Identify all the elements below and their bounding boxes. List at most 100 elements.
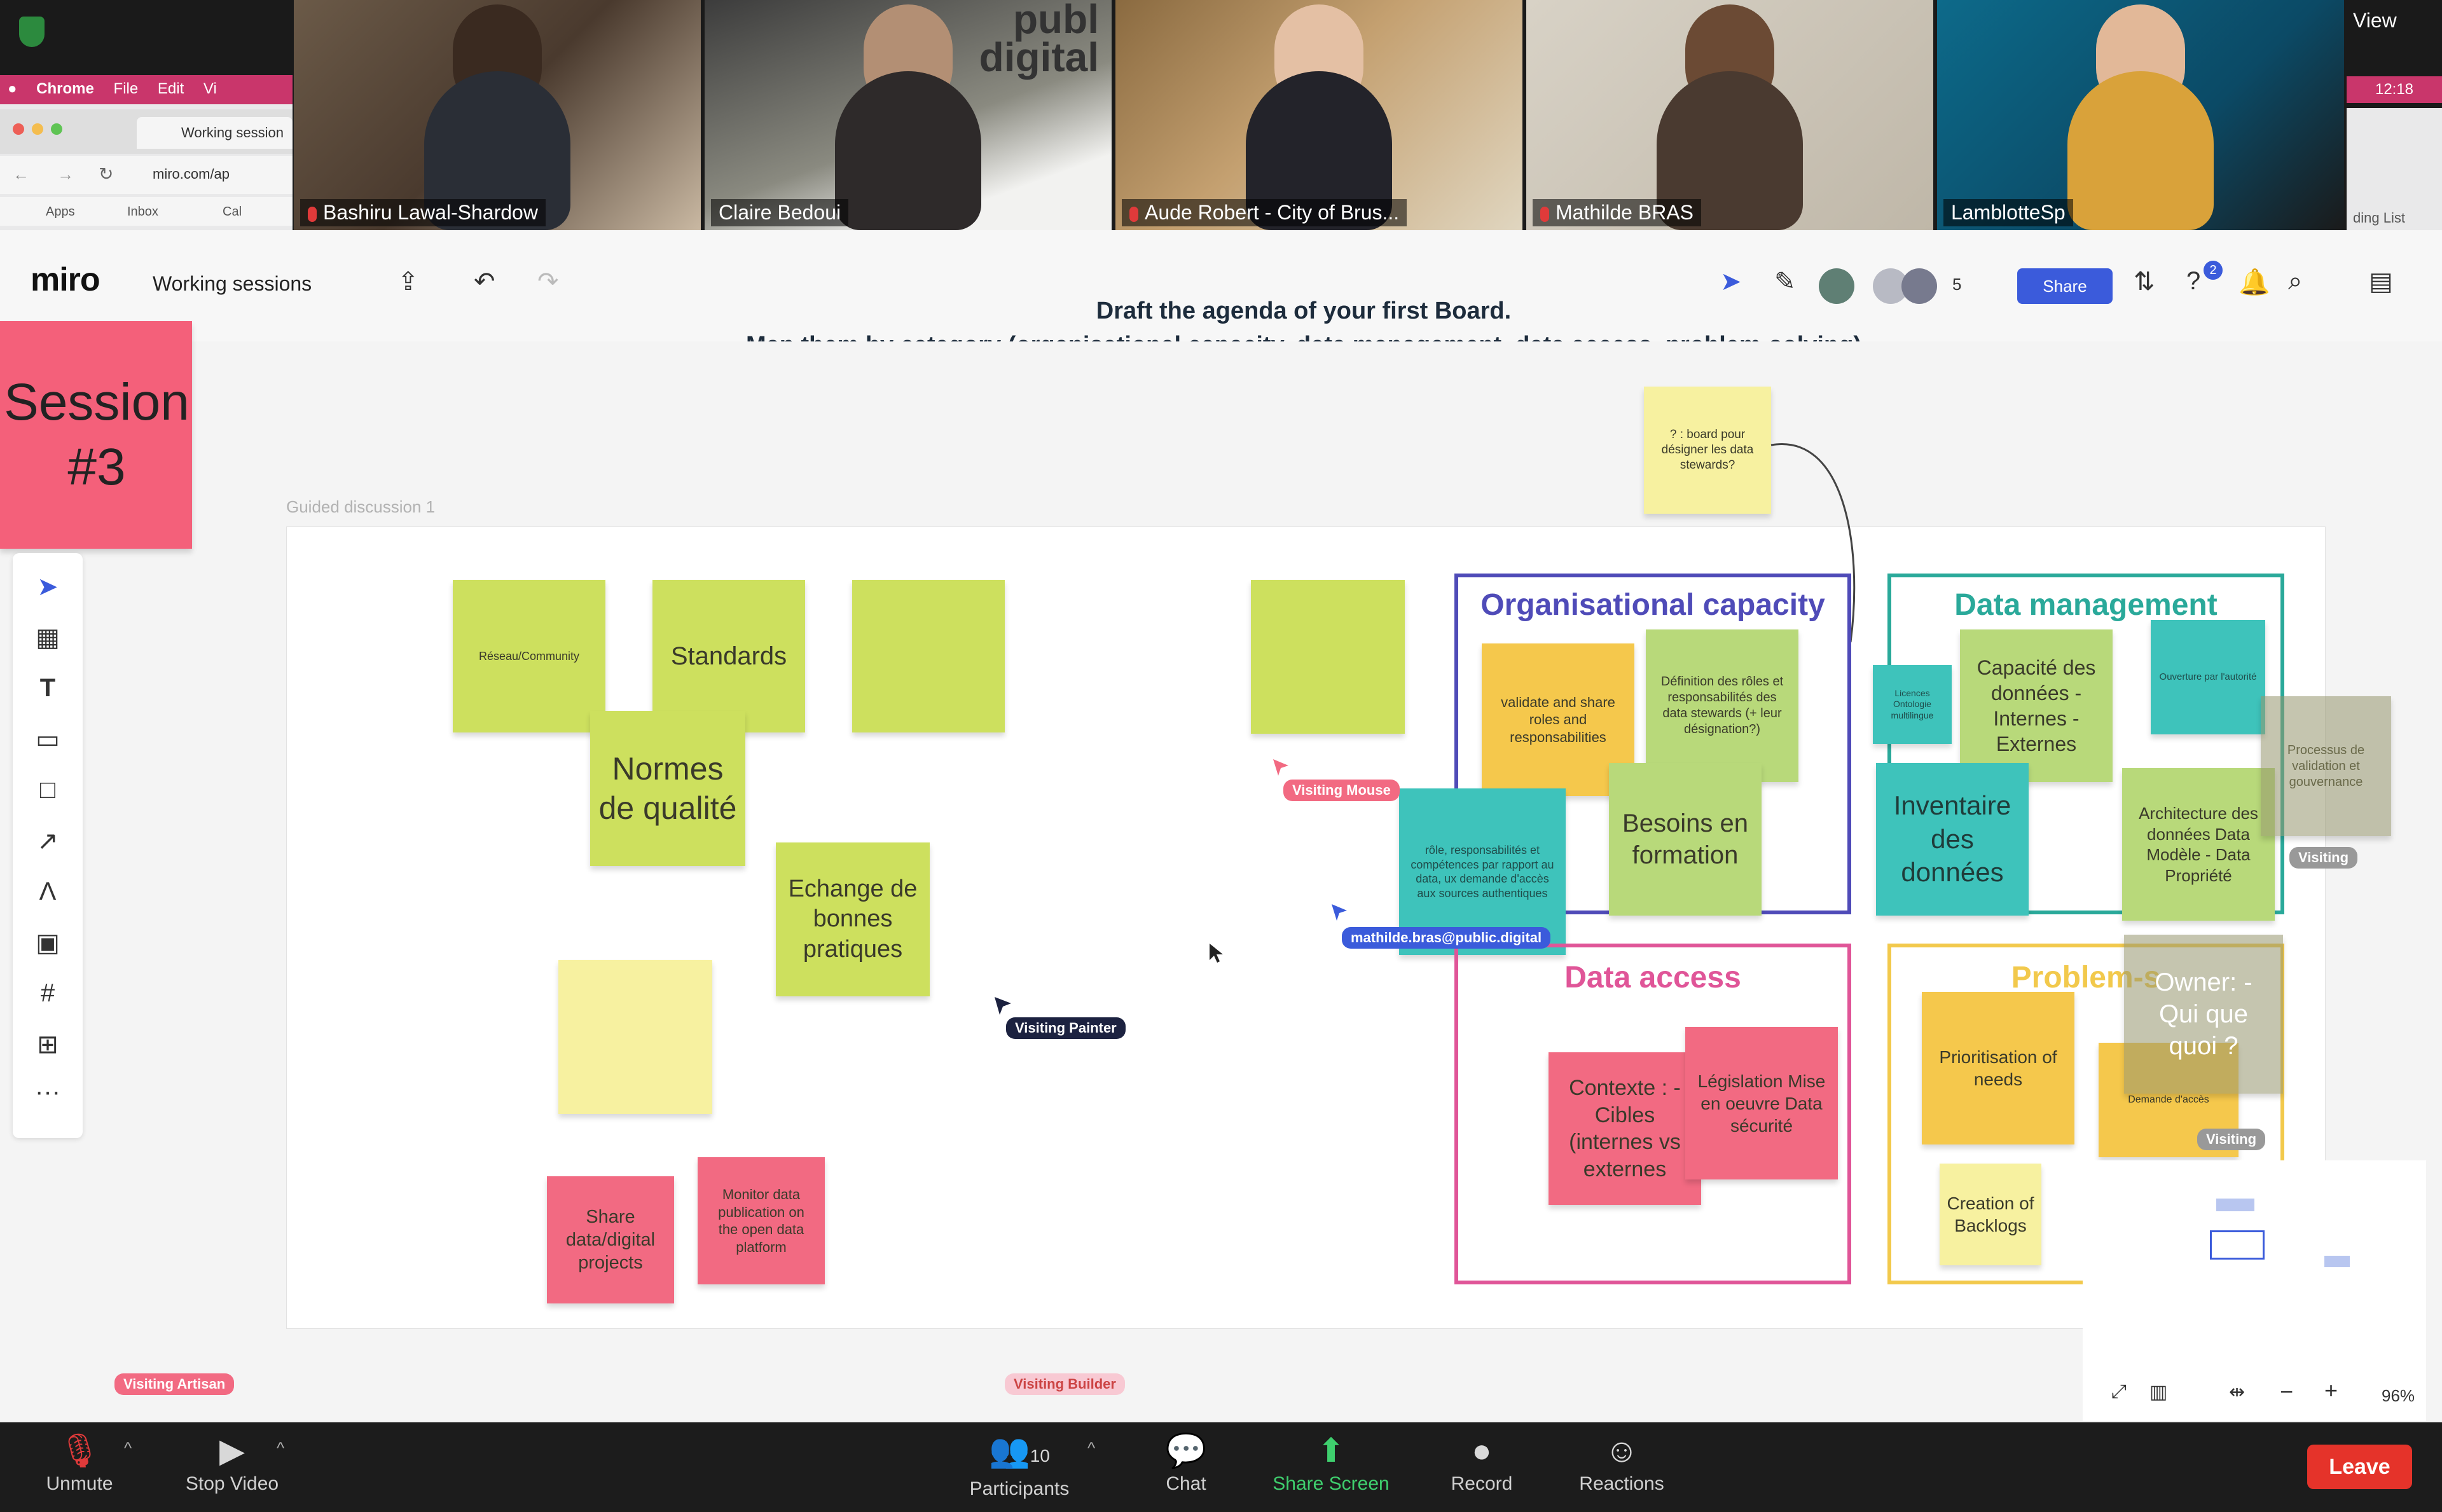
maximize-window-button[interactable]: [51, 123, 62, 135]
zoom-out-icon[interactable]: −: [2280, 1378, 2293, 1405]
bookmarks-bar: Apps Inbox Cal: [0, 197, 293, 226]
cursor-sync-icon[interactable]: ➤: [1720, 267, 1742, 296]
sticky-note[interactable]: Besoins en formation: [1609, 763, 1762, 916]
sticky-note[interactable]: Creation of Backlogs: [1940, 1164, 2041, 1265]
video-tile-4[interactable]: Mathilde BRAS: [1526, 0, 1933, 230]
templates-icon[interactable]: ▦: [13, 623, 83, 652]
cursor-label: Visiting Artisan: [114, 1373, 235, 1395]
more-tools-icon[interactable]: ···: [13, 1078, 83, 1106]
sticky-note[interactable]: Processus de validation et gouvernance: [2261, 696, 2391, 836]
bookmark-cal[interactable]: Cal: [223, 205, 242, 219]
select-tool-icon[interactable]: ➤: [13, 572, 83, 601]
menu-view[interactable]: Vi: [204, 80, 217, 98]
minimap-thumbnail: [2216, 1199, 2254, 1211]
chevron-up-icon[interactable]: ^: [124, 1438, 132, 1458]
board-name[interactable]: Working sessions: [153, 272, 312, 296]
video-tile-3[interactable]: Aude Robert - City of Brus...: [1115, 0, 1522, 230]
frame-label[interactable]: Guided discussion 1: [286, 497, 435, 517]
settings-sliders-icon[interactable]: ⇅: [2134, 267, 2155, 296]
sticky-note[interactable]: Licences Ontologie multilingue: [1873, 665, 1952, 744]
unmute-button[interactable]: 🎙 Unmute: [3, 1429, 156, 1495]
text-tool-icon[interactable]: T: [13, 674, 83, 703]
sticky-note[interactable]: ? : board pour désigner les data steward…: [1644, 387, 1771, 514]
view-button[interactable]: View: [2353, 9, 2429, 60]
connection-line-icon[interactable]: ↗: [13, 827, 83, 856]
reload-icon[interactable]: ↻: [99, 163, 113, 184]
participant-name: Mathilde BRAS: [1533, 199, 1701, 226]
reading-list-link[interactable]: ding List: [2353, 210, 2405, 226]
sticky-note[interactable]: Architecture des données Data Modèle - D…: [2122, 768, 2275, 921]
sticky-note[interactable]: Normes de qualité: [590, 711, 745, 866]
video-tile-5[interactable]: LamblotteSp: [1937, 0, 2344, 230]
sticky-note[interactable]: Echange de bonnes pratiques: [776, 842, 930, 996]
minimap[interactable]: [2083, 1160, 2426, 1421]
menu-edit[interactable]: Edit: [158, 80, 184, 98]
map-icon[interactable]: ▥: [2149, 1381, 2167, 1403]
cursor-label: mathilde.bras@public.digital: [1342, 927, 1551, 949]
search-icon[interactable]: ⌕: [2288, 267, 2302, 296]
sticky-note[interactable]: Inventaire des données: [1876, 763, 2029, 916]
sticky-note[interactable]: Contexte : - Cibles (internes vs externe…: [1549, 1052, 1701, 1205]
bell-icon[interactable]: 🔔: [2238, 267, 2270, 297]
sticky-note-tool-icon[interactable]: ▭: [13, 725, 83, 754]
sticky-note[interactable]: Monitor data publication on the open dat…: [698, 1157, 825, 1284]
sticky-note[interactable]: Législation Mise en oeuvre Data sécurité: [1685, 1027, 1838, 1179]
sticky-note-empty[interactable]: [558, 960, 712, 1114]
record-button[interactable]: ● Record: [1405, 1429, 1558, 1495]
shape-tool-icon[interactable]: □: [13, 776, 83, 804]
help-icon[interactable]: ?: [2186, 267, 2200, 296]
participant-name: Claire Bedoui: [711, 199, 849, 226]
sticky-note[interactable]: Share data/digital projects: [547, 1176, 674, 1303]
muted-mic-icon: [1129, 206, 1138, 222]
notes-panel-icon[interactable]: ▤: [2369, 267, 2393, 296]
security-shield-icon[interactable]: [19, 17, 45, 47]
minimize-window-button[interactable]: [32, 123, 43, 135]
upload-icon[interactable]: ⊞: [13, 1030, 83, 1059]
sticky-note-empty[interactable]: [1251, 580, 1405, 734]
chevron-up-icon[interactable]: ^: [277, 1438, 284, 1458]
chevron-up-icon[interactable]: ^: [1087, 1438, 1095, 1458]
browser-tab[interactable]: Working session: [137, 117, 293, 149]
chat-button[interactable]: 💬 Chat: [1110, 1429, 1262, 1495]
menu-chrome[interactable]: Chrome: [36, 80, 94, 98]
share-screen-button[interactable]: ⬆ Share Screen: [1255, 1429, 1407, 1495]
pen-tool-icon[interactable]: Λ: [13, 877, 83, 906]
zoom-level[interactable]: 96%: [2382, 1386, 2415, 1406]
sticky-note[interactable]: Standards: [652, 580, 805, 732]
frame-tool-icon[interactable]: #: [13, 979, 83, 1008]
export-icon[interactable]: ⇪: [397, 267, 419, 296]
leave-button[interactable]: Leave: [2307, 1445, 2412, 1489]
collaborator-count[interactable]: 5: [1952, 275, 1961, 294]
minimap-viewport[interactable]: [2210, 1230, 2265, 1260]
menu-file[interactable]: File: [114, 80, 139, 98]
sticky-note[interactable]: Prioritisation of needs: [1922, 992, 2074, 1144]
fit-screen-icon[interactable]: ⤢: [2111, 1381, 2127, 1403]
back-icon[interactable]: ←: [13, 165, 29, 184]
participants-button[interactable]: 👥10 Participants: [943, 1429, 1096, 1500]
sticky-note[interactable]: Capacité des données - Internes - Extern…: [1960, 629, 2113, 782]
sticky-note[interactable]: Ouverture par l'autorité: [2151, 620, 2265, 734]
session-sticky[interactable]: Session #3: [0, 321, 192, 549]
url-field[interactable]: miro.com/ap: [153, 166, 230, 182]
video-tile-2[interactable]: publ digital Claire Bedoui: [705, 0, 1112, 230]
miro-logo[interactable]: miro: [31, 261, 100, 299]
close-window-button[interactable]: [13, 123, 24, 135]
video-tile-1[interactable]: Bashiru Lawal-Shardow: [294, 0, 701, 230]
pen-icon[interactable]: ✎: [1774, 267, 1796, 296]
redo-icon[interactable]: ↷: [537, 267, 559, 296]
sticky-note[interactable]: Définition des rôles et responsabilités …: [1646, 629, 1798, 782]
zoom-in-icon[interactable]: +: [2324, 1377, 2338, 1404]
sticky-note[interactable]: Réseau/Community: [453, 580, 605, 732]
apple-icon[interactable]: ●: [8, 80, 17, 98]
category-title: Data access: [1564, 961, 1741, 994]
sticky-note[interactable]: Owner: - Qui que quoi ?: [2124, 935, 2283, 1094]
sticky-note-empty[interactable]: [852, 580, 1005, 732]
stop-video-button[interactable]: ▶ Stop Video: [156, 1429, 308, 1495]
bookmark-apps[interactable]: Apps: [46, 205, 75, 219]
undo-icon[interactable]: ↶: [474, 267, 495, 296]
fit-width-icon[interactable]: ⇹: [2229, 1381, 2245, 1403]
bookmark-inbox[interactable]: Inbox: [127, 205, 158, 219]
comment-icon[interactable]: ▣: [13, 928, 83, 958]
forward-icon[interactable]: →: [57, 165, 74, 184]
reactions-button[interactable]: ☺ Reactions: [1545, 1429, 1698, 1495]
